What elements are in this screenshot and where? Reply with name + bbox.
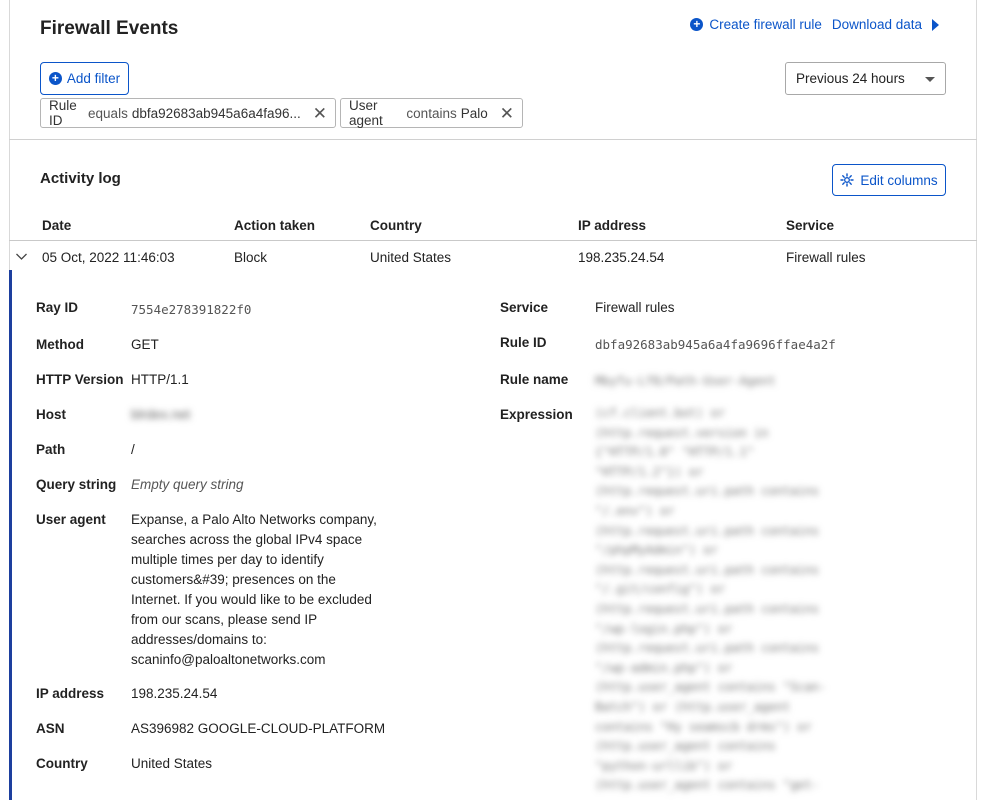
create-firewall-rule-link[interactable]: + Create firewall rule — [690, 17, 822, 32]
create-firewall-rule-label: Create firewall rule — [709, 17, 822, 32]
chip-field: Rule ID — [49, 98, 77, 128]
close-icon[interactable]: ✕ — [313, 105, 327, 122]
chip-value: dbfa92683ab945a6a4fa96... — [131, 105, 301, 121]
detail-label-rule-name: Rule name — [500, 372, 569, 387]
chevron-down-icon[interactable] — [15, 250, 28, 263]
detail-label-country: Country — [36, 756, 88, 771]
detail-value-method: GET — [131, 337, 159, 352]
gear-icon — [840, 173, 855, 187]
detail-value-expression: (cf.client.bot) or (http.request.version… — [595, 406, 827, 793]
detail-label-path: Path — [36, 442, 66, 457]
column-header-service[interactable]: Service — [786, 218, 834, 233]
detail-value-rule-name: Mbyfu-Lf8/Path-User-Agent — [595, 374, 776, 388]
play-arrow-icon — [932, 18, 939, 31]
chip-operator: contains — [406, 105, 457, 121]
filter-chip-user-agent[interactable]: User agent contains Palo ✕ — [340, 98, 523, 128]
column-header-country[interactable]: Country — [370, 218, 422, 233]
download-data-link[interactable]: Download data — [832, 17, 939, 32]
row-action: Block — [234, 250, 268, 265]
filter-chip-rule-id[interactable]: Rule ID equals dbfa92683ab945a6a4fa96...… — [40, 98, 336, 128]
row-date: 05 Oct, 2022 11:46:03 — [42, 250, 175, 265]
close-icon[interactable]: ✕ — [500, 105, 514, 122]
chip-operator: equals — [88, 105, 128, 121]
detail-value-query-string: Empty query string — [131, 477, 244, 492]
detail-value-path: / — [131, 442, 135, 457]
section-divider — [9, 139, 977, 140]
detail-label-query-string: Query string — [36, 477, 117, 492]
detail-value-asn: AS396982 GOOGLE-CLOUD-PLATFORM — [131, 721, 386, 736]
row-service: Firewall rules — [786, 250, 866, 265]
plus-circle-icon: + — [48, 72, 62, 85]
header-actions: + Create firewall rule Download data — [690, 17, 939, 32]
download-data-label: Download data — [831, 17, 922, 32]
column-header-date[interactable]: Date — [42, 218, 71, 233]
row-ip: 198.235.24.54 — [578, 250, 665, 265]
activity-log-title: Activity log — [40, 170, 121, 187]
detail-label-service: Service — [500, 300, 549, 315]
detail-value-ip-address: 198.235.24.54 — [131, 686, 218, 701]
add-filter-label: Add filter — [66, 71, 121, 86]
edit-columns-button[interactable]: Edit columns — [832, 164, 946, 196]
edit-columns-label: Edit columns — [860, 172, 938, 188]
detail-value-http-version: HTTP/1.1 — [131, 372, 189, 387]
detail-value-rule-id: dbfa92683ab945a6a4fa9696ffae4a2f — [595, 337, 836, 352]
detail-value-host: blrdex.net — [131, 407, 191, 422]
detail-label-expression: Expression — [500, 407, 573, 422]
detail-value-ray-id: 7554e278391822f0 — [131, 302, 252, 317]
row-country: United States — [370, 250, 452, 265]
detail-label-host: Host — [36, 407, 66, 422]
detail-label-http-version: HTTP Version — [36, 372, 124, 387]
detail-label-ray-id: Ray ID — [36, 300, 79, 315]
detail-label-ip-address: IP address — [36, 686, 105, 701]
chip-value: Palo — [460, 105, 488, 121]
detail-label-asn: ASN — [36, 721, 65, 736]
time-range-value: Previous 24 hours — [796, 71, 905, 86]
chip-field: User agent — [349, 98, 383, 128]
time-range-select[interactable]: Previous 24 hours — [785, 62, 946, 95]
add-filter-button[interactable]: + Add filter — [40, 62, 129, 95]
plus-circle-icon: + — [690, 18, 704, 31]
detail-label-method: Method — [36, 337, 84, 352]
column-header-action[interactable]: Action taken — [234, 218, 315, 233]
detail-value-service: Firewall rules — [595, 300, 675, 315]
column-header-ip[interactable]: IP address — [578, 218, 646, 233]
expanded-row-indicator — [9, 270, 12, 800]
detail-value-user-agent: Expanse, a Palo Alto Networks company, s… — [131, 512, 377, 667]
page-title: Firewall Events — [40, 18, 179, 39]
detail-label-user-agent: User agent — [36, 512, 106, 527]
detail-label-rule-id: Rule ID — [500, 335, 547, 350]
caret-down-icon — [925, 77, 935, 82]
table-header-divider — [9, 240, 977, 241]
detail-value-country: United States — [131, 756, 213, 771]
